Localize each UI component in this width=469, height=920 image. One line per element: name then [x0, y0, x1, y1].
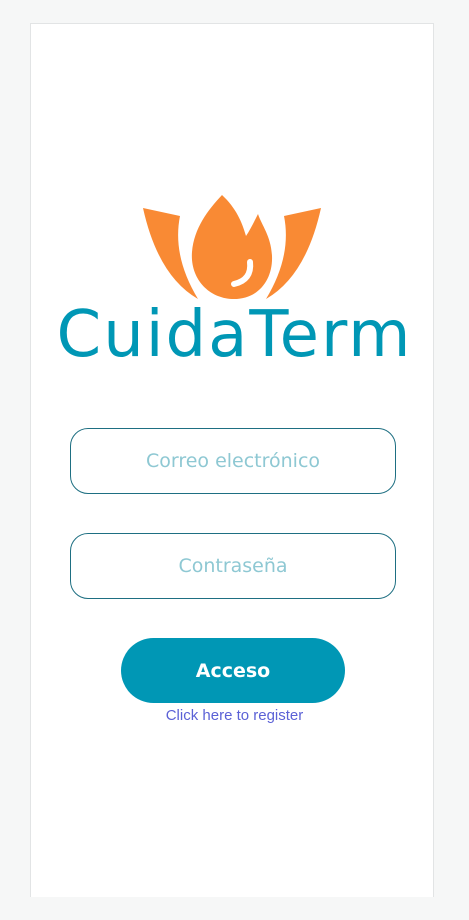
login-button[interactable]: Acceso — [121, 638, 345, 703]
email-field[interactable] — [70, 428, 396, 494]
password-field[interactable] — [70, 533, 396, 599]
register-link[interactable]: Click here to register — [0, 706, 469, 726]
app-logo: CuidaTerm — [0, 0, 469, 380]
brand-wordmark: CuidaTerm — [56, 298, 413, 372]
